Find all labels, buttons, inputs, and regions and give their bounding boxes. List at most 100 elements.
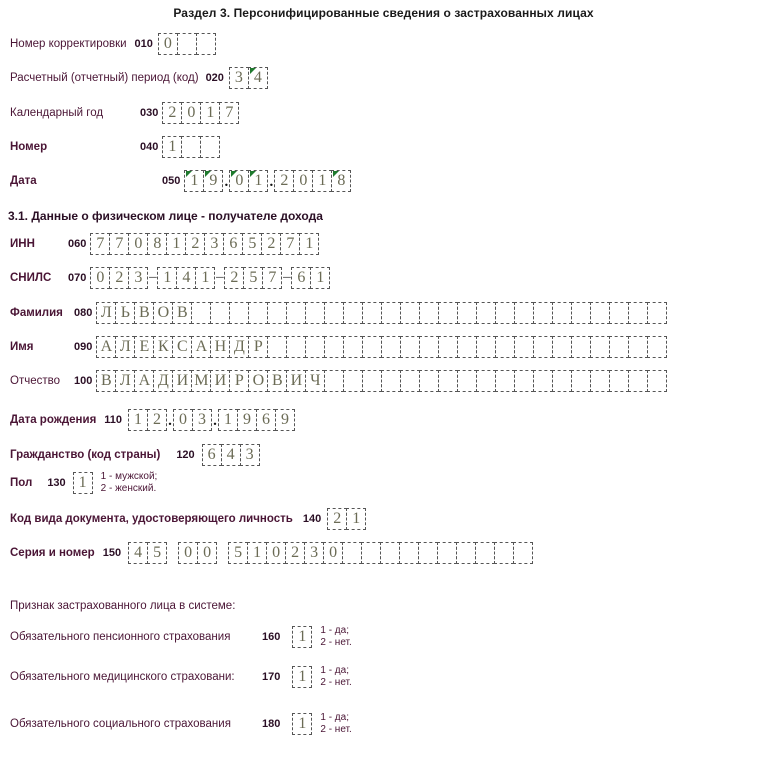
form-cell[interactable] (324, 302, 345, 324)
form-cell[interactable]: 2 (274, 170, 295, 192)
form-cell[interactable]: Р (229, 370, 250, 392)
cells-series-group2[interactable]: 00 (178, 542, 218, 564)
form-cell[interactable]: Д (229, 336, 250, 358)
form-cell[interactable] (457, 302, 478, 324)
form-cell[interactable] (476, 336, 497, 358)
form-cell[interactable]: 1 (218, 409, 239, 431)
form-cell[interactable]: 1 (195, 267, 216, 289)
form-cell[interactable] (267, 336, 288, 358)
form-cell[interactable] (362, 336, 383, 358)
form-cell[interactable]: 1 (292, 665, 313, 688)
form-cell[interactable]: 0 (266, 542, 287, 564)
form-cell[interactable]: 1 (184, 170, 205, 192)
form-cell[interactable]: 1 (292, 712, 313, 735)
form-cell[interactable] (419, 302, 440, 324)
form-cell[interactable]: 0 (197, 542, 218, 564)
form-cell[interactable] (628, 336, 649, 358)
form-cell[interactable] (552, 370, 573, 392)
form-cell[interactable] (400, 302, 421, 324)
form-cell[interactable]: И (172, 370, 193, 392)
cells-inn[interactable]: 770812365271 (90, 233, 320, 255)
form-cell[interactable]: 2 (109, 267, 130, 289)
form-cell[interactable]: В (134, 302, 155, 324)
form-cell[interactable] (343, 336, 364, 358)
form-cell[interactable]: 7 (90, 233, 111, 255)
form-cell[interactable] (571, 302, 592, 324)
form-cell[interactable] (476, 302, 497, 324)
form-cell[interactable] (571, 370, 592, 392)
form-cell[interactable]: О (248, 370, 269, 392)
form-cell[interactable]: 1 (162, 136, 183, 158)
form-cell[interactable]: 6 (256, 409, 277, 431)
form-cell[interactable]: О (153, 302, 174, 324)
form-cell[interactable] (419, 336, 440, 358)
form-cell[interactable]: Р (248, 336, 269, 358)
form-cell[interactable]: 4 (128, 542, 149, 564)
form-cell[interactable] (361, 542, 382, 564)
form-cell[interactable]: Л (115, 336, 136, 358)
form-cell[interactable] (380, 542, 401, 564)
cells-medical-insurance[interactable]: 1 (292, 665, 313, 688)
cells-middle-name[interactable]: ВЛАДИМИРОВИЧ (96, 370, 668, 392)
form-cell[interactable]: 1 (247, 542, 268, 564)
cells-number[interactable]: 1 (162, 136, 221, 158)
form-cell[interactable]: 5 (228, 542, 249, 564)
form-cell[interactable]: 7 (219, 102, 240, 124)
cells-document-code[interactable]: 21 (327, 508, 367, 530)
cells-citizenship[interactable]: 643 (201, 444, 260, 466)
form-cell[interactable]: 4 (176, 267, 197, 289)
form-cell[interactable]: Е (134, 336, 155, 358)
form-cell[interactable] (495, 302, 516, 324)
form-cell[interactable]: К (153, 336, 174, 358)
cells-gender[interactable]: 1 (72, 471, 93, 494)
form-cell[interactable] (590, 370, 611, 392)
form-cell[interactable] (609, 336, 630, 358)
form-cell[interactable] (533, 370, 554, 392)
form-cell[interactable]: 3 (128, 267, 149, 289)
form-cell[interactable]: 6 (223, 233, 244, 255)
form-cell[interactable]: 2 (185, 233, 206, 255)
form-cell[interactable] (210, 302, 231, 324)
cells-series-group1[interactable]: 45 (128, 542, 168, 564)
form-cell[interactable]: М (191, 370, 212, 392)
form-cell[interactable] (457, 370, 478, 392)
form-cell[interactable]: 2 (147, 409, 168, 431)
form-cell[interactable]: 0 (173, 409, 194, 431)
form-cell[interactable]: А (134, 370, 155, 392)
form-cell[interactable]: Н (210, 336, 231, 358)
form-cell[interactable]: 7 (262, 267, 283, 289)
form-cell[interactable]: 3 (228, 67, 249, 89)
form-cell[interactable]: 1 (312, 170, 333, 192)
form-cell[interactable]: В (267, 370, 288, 392)
form-cell[interactable] (495, 336, 516, 358)
form-cell[interactable] (191, 302, 212, 324)
form-cell[interactable] (248, 302, 269, 324)
form-cell[interactable] (609, 370, 630, 392)
form-cell[interactable]: 3 (239, 444, 260, 466)
form-cell[interactable] (343, 370, 364, 392)
form-cell[interactable] (514, 336, 535, 358)
form-cell[interactable] (438, 370, 459, 392)
form-cell[interactable] (176, 33, 197, 55)
form-cell[interactable] (514, 370, 535, 392)
cells-correction-number[interactable]: 0 (157, 33, 216, 55)
cells-snils[interactable]: 0 2 3–1 4 1–2 5 7–6 1 (90, 267, 331, 289)
form-cell[interactable] (456, 542, 477, 564)
form-cell[interactable] (305, 302, 326, 324)
form-cell[interactable] (475, 542, 496, 564)
form-cell[interactable] (399, 542, 420, 564)
form-cell[interactable]: А (191, 336, 212, 358)
form-cell[interactable] (343, 302, 364, 324)
form-cell[interactable]: Л (96, 302, 117, 324)
form-cell[interactable]: 5 (147, 542, 168, 564)
form-cell[interactable] (419, 370, 440, 392)
form-cell[interactable] (381, 302, 402, 324)
form-cell[interactable]: 3 (204, 233, 225, 255)
cells-date[interactable]: 19.01.2018 (184, 170, 352, 192)
form-cell[interactable]: 0 (178, 542, 199, 564)
form-cell[interactable]: 1 (128, 409, 149, 431)
form-cell[interactable]: 1 (310, 267, 331, 289)
form-cell[interactable]: 5 (242, 233, 263, 255)
cells-last-name[interactable]: ЛЬВОВ (96, 302, 668, 324)
form-cell[interactable]: 1 (200, 102, 221, 124)
